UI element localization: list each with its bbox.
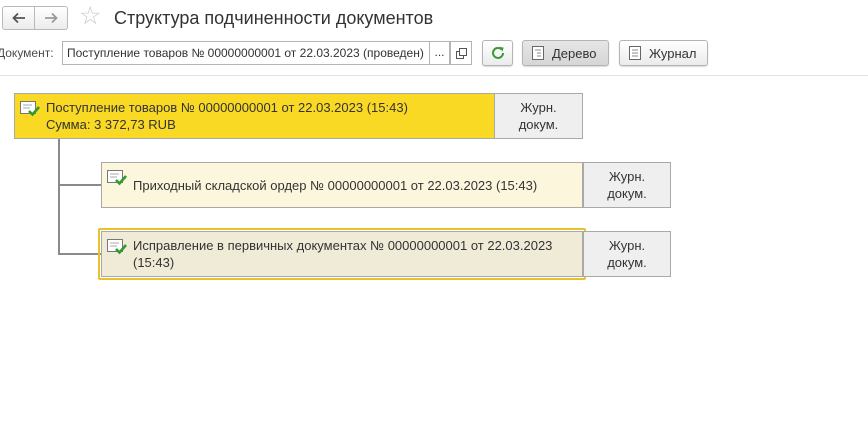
document-field[interactable]: Поступление товаров № 00000000001 от 22.… bbox=[62, 41, 450, 65]
tree-node-warehouse-order[interactable]: Приходный складской ордер № 00000000001 … bbox=[101, 162, 583, 208]
document-select-button[interactable]: ... bbox=[429, 41, 450, 65]
journal-docs-button[interactable]: Журн. докум. bbox=[583, 231, 671, 277]
tree-view-label: Дерево bbox=[552, 45, 597, 61]
page-title: Структура подчиненности документов bbox=[114, 8, 434, 28]
forward-button[interactable] bbox=[35, 6, 68, 30]
toolbar-divider bbox=[0, 75, 868, 76]
selection-outline bbox=[98, 228, 586, 280]
tree-connector-branch-1 bbox=[58, 184, 101, 186]
node-title: Приходный складской ордер № 00000000001 … bbox=[133, 178, 538, 193]
arrow-right-icon bbox=[45, 12, 58, 24]
posted-document-icon bbox=[20, 101, 40, 121]
journal-docs-label: докум. bbox=[518, 117, 559, 132]
journal-icon bbox=[628, 46, 642, 60]
node-title: Поступление товаров № 00000000001 от 22.… bbox=[46, 100, 408, 115]
journal-docs-label: Журн. bbox=[608, 169, 646, 184]
document-label: Документ: bbox=[0, 46, 54, 60]
arrow-left-icon bbox=[11, 12, 25, 24]
open-window-icon bbox=[455, 47, 467, 59]
journal-docs-button[interactable]: Журн. докум. bbox=[495, 93, 583, 139]
tree-connector-branch-2 bbox=[58, 253, 101, 255]
journal-docs-label: докум. bbox=[607, 186, 647, 201]
refresh-icon bbox=[491, 46, 504, 59]
journal-view-button[interactable]: Журнал bbox=[619, 40, 708, 66]
journal-docs-label: Журн. bbox=[608, 238, 646, 253]
node-sum: Сумма: 3 372,73 RUB bbox=[46, 117, 176, 132]
back-button[interactable] bbox=[2, 6, 35, 30]
posted-document-icon bbox=[107, 170, 127, 190]
journal-view-label: Журнал bbox=[649, 45, 697, 61]
tree-node-receipt[interactable]: Поступление товаров № 00000000001 от 22.… bbox=[14, 93, 495, 139]
tree-icon bbox=[531, 46, 545, 60]
journal-docs-button[interactable]: Журн. докум. bbox=[583, 162, 671, 208]
tree-view-button[interactable]: Дерево bbox=[522, 40, 609, 66]
tree-connector-vertical bbox=[58, 139, 60, 255]
document-field-value: Поступление товаров № 00000000001 от 22.… bbox=[67, 46, 424, 60]
document-open-button[interactable] bbox=[450, 41, 472, 65]
favorite-star-icon[interactable]: ☆ bbox=[79, 4, 101, 29]
refresh-button[interactable] bbox=[482, 40, 513, 66]
journal-docs-label: Журн. bbox=[520, 100, 557, 115]
journal-docs-label: докум. bbox=[607, 255, 647, 270]
